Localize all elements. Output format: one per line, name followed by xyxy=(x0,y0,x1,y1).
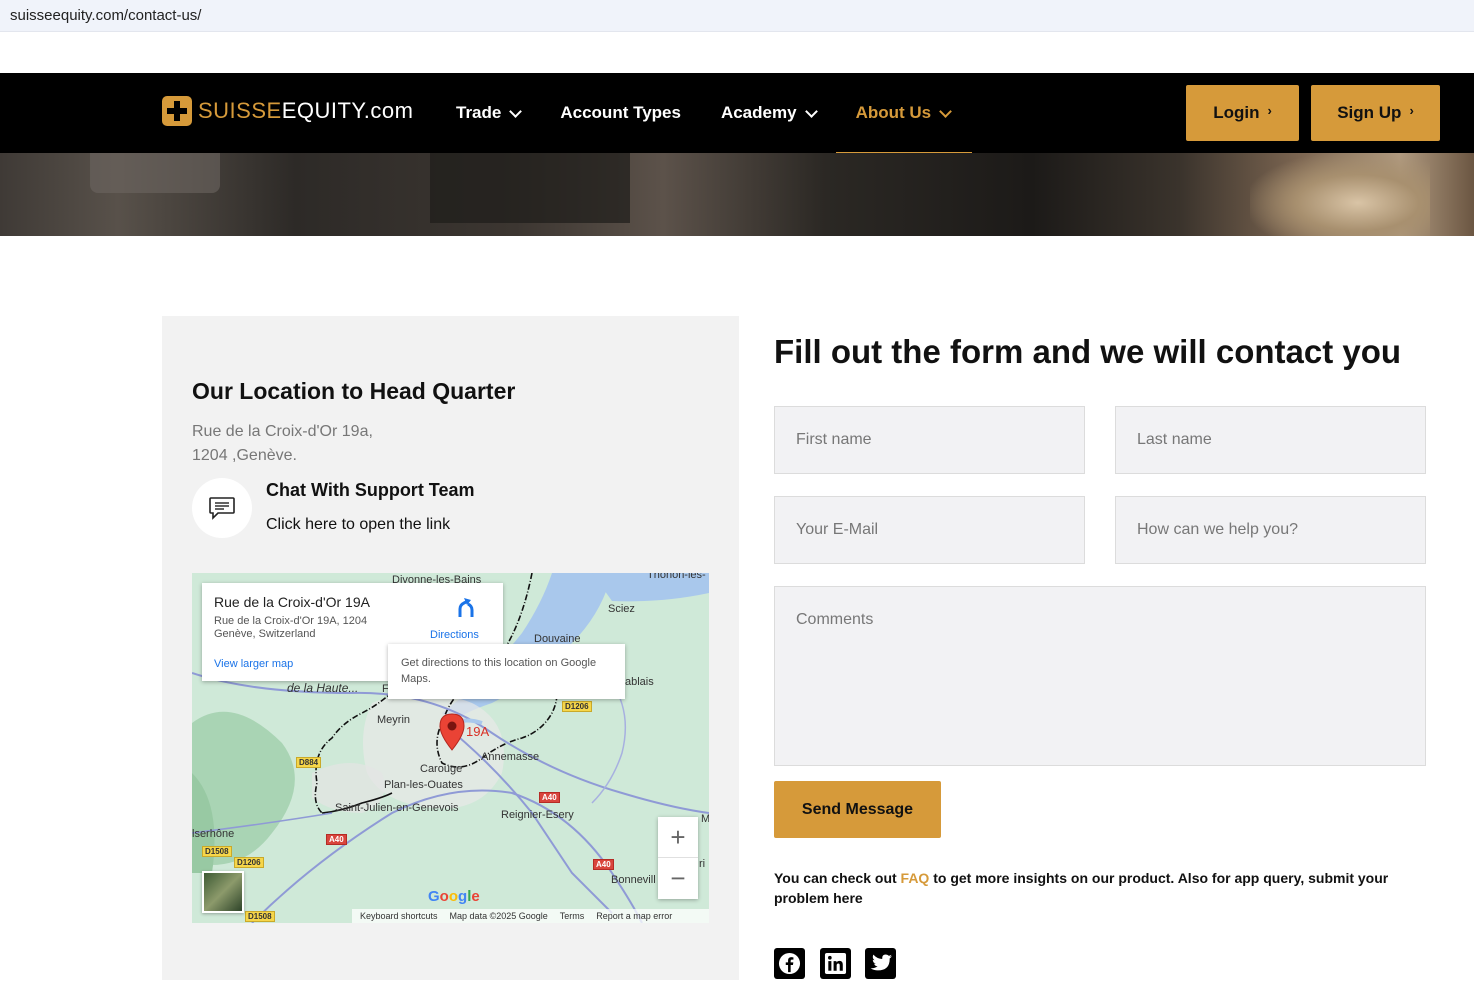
form-title: Fill out the form and we will contact yo… xyxy=(774,333,1402,370)
email-input[interactable]: Your E-Mail xyxy=(774,496,1085,564)
map-place-carouge: Carouge xyxy=(420,763,463,775)
google-logo: Google xyxy=(428,888,480,905)
chat-title: Chat With Support Team xyxy=(266,480,475,500)
map-place-saint-julien: Saint-Julien-en-Genevois xyxy=(335,802,459,814)
road-badge: A40 xyxy=(326,834,347,845)
map-place-chablais: ablais xyxy=(625,676,654,688)
road-badge: D1508 xyxy=(245,911,275,922)
map-place-meyrin: Meyrin xyxy=(377,714,411,726)
map-place-edge-m: M xyxy=(701,813,709,825)
location-panel: Our Location to Head Quarter Rue de la C… xyxy=(162,316,739,980)
address: Rue de la Croix-d'Or 19a, 1204 ,Genève. xyxy=(192,420,373,468)
faq-link[interactable]: FAQ xyxy=(901,870,930,886)
map-place-thonon: Thonon-les- xyxy=(647,573,706,581)
directions-link[interactable]: Directions xyxy=(430,629,479,641)
address-line-2: 1204 ,Genève. xyxy=(192,447,297,464)
map-place-plan-les-ouates: Plan-les-Ouates xyxy=(384,779,463,791)
comments-textarea[interactable]: Comments xyxy=(774,586,1426,766)
login-button[interactable]: Login › xyxy=(1186,85,1299,141)
map-data-text: Map data ©2025 Google xyxy=(449,911,548,921)
chevron-down-icon xyxy=(939,104,952,118)
map-pin-icon[interactable] xyxy=(438,713,466,751)
nav-about-us[interactable]: About Us xyxy=(835,73,972,153)
road-badge: D884 xyxy=(296,757,322,768)
logo-plus-icon xyxy=(162,96,192,126)
road-badge: D1508 xyxy=(202,846,232,857)
nav-trade[interactable]: Trade xyxy=(456,73,523,153)
signup-button[interactable]: Sign Up › xyxy=(1311,85,1440,141)
first-name-input[interactable]: First name xyxy=(774,406,1085,474)
send-message-button[interactable]: Send Message xyxy=(774,781,941,838)
directions-tooltip: Get directions to this location on Googl… xyxy=(388,644,625,699)
site-logo[interactable]: SUISSEEQUITY.com xyxy=(162,95,413,127)
map-place-lserhone: lserhône xyxy=(192,828,235,840)
chevron-down-icon xyxy=(804,104,818,118)
linkedin-icon[interactable] xyxy=(820,948,851,979)
map-place-edge-ri: ri xyxy=(699,858,706,870)
faq-note: You can check out FAQ to get more insigh… xyxy=(774,868,1434,908)
logo-text-part2: EQUITY xyxy=(281,98,364,123)
twitter-icon[interactable] xyxy=(865,948,896,979)
address-line-1: Rue de la Croix-d'Or 19a, xyxy=(192,423,373,440)
map-place-reignier: Reignier-Esery xyxy=(501,809,574,821)
map-place-bonneville: Bonnevill xyxy=(611,874,656,886)
chevron-right-icon: › xyxy=(1267,102,1272,118)
hero-screen-shape xyxy=(430,153,630,223)
signup-label: Sign Up xyxy=(1337,103,1402,122)
nav-academy[interactable]: Academy xyxy=(720,73,818,153)
chevron-right-icon: › xyxy=(1409,102,1414,118)
help-input[interactable]: How can we help you? xyxy=(1115,496,1426,564)
url-text[interactable]: suisseequity.com/contact-us/ xyxy=(10,7,201,24)
terms-link[interactable]: Terms xyxy=(560,911,585,921)
login-label: Login xyxy=(1213,103,1260,122)
map-zoom-controls: + − xyxy=(658,817,698,899)
road-badge: D1206 xyxy=(562,701,592,712)
google-map[interactable]: Divonne-les-Bains Thonon-les- Sciez Douv… xyxy=(192,573,709,923)
hero-banner-image xyxy=(0,153,1474,236)
logo-text-part3: .com xyxy=(363,98,414,123)
report-map-error-link[interactable]: Report a map error xyxy=(596,911,672,921)
map-place-annemasse: Annemasse xyxy=(481,751,540,763)
zoom-out-button[interactable]: − xyxy=(658,858,698,899)
last-name-input[interactable]: Last name xyxy=(1115,406,1426,474)
logo-text-part1: SUISSE xyxy=(198,98,282,123)
nav-account-types[interactable]: Account Types xyxy=(560,73,681,153)
chat-link[interactable]: Click here to open the link xyxy=(266,516,450,534)
facebook-icon[interactable] xyxy=(774,948,805,979)
map-pin-label: 19A xyxy=(466,724,490,739)
map-place-sciez: Sciez xyxy=(608,603,635,615)
road-badge: A40 xyxy=(593,859,614,870)
nav-trade-label: Trade xyxy=(456,103,502,122)
keyboard-shortcuts-link[interactable]: Keyboard shortcuts xyxy=(360,911,438,921)
map-card-title: Rue de la Croix-d'Or 19A xyxy=(214,594,370,610)
zoom-in-button[interactable]: + xyxy=(658,817,698,858)
chat-bubble-icon[interactable] xyxy=(192,478,252,538)
logo-text: SUISSEEQUITY.com xyxy=(198,98,413,124)
chevron-down-icon xyxy=(509,104,523,118)
hero-monitor-shape xyxy=(90,153,220,193)
location-title: Our Location to Head Quarter xyxy=(192,378,516,404)
directions-icon[interactable] xyxy=(455,597,477,619)
nav-account-types-label: Account Types xyxy=(560,103,681,122)
road-badge: A40 xyxy=(539,792,560,803)
hero-person-shape xyxy=(1250,153,1430,236)
nav-about-us-label: About Us xyxy=(855,103,932,122)
faq-note-text-1: You can check out xyxy=(774,870,901,886)
main-nav: Trade Account Types Academy About Us xyxy=(456,73,990,153)
map-card-address: Rue de la Croix-d'Or 19A, 1204 Genève, S… xyxy=(214,615,368,640)
map-footer: Keyboard shortcuts Map data ©2025 Google… xyxy=(352,909,709,923)
satellite-toggle[interactable] xyxy=(202,871,244,913)
map-place-haute: de la Haute... xyxy=(287,681,359,695)
site-header: SUISSEEQUITY.com Trade Account Types Aca… xyxy=(0,73,1474,153)
view-larger-map-link[interactable]: View larger map xyxy=(214,658,293,670)
road-badge: D1206 xyxy=(234,857,264,868)
address-bar[interactable]: suisseequity.com/contact-us/ xyxy=(0,0,1474,32)
nav-academy-label: Academy xyxy=(720,103,797,122)
